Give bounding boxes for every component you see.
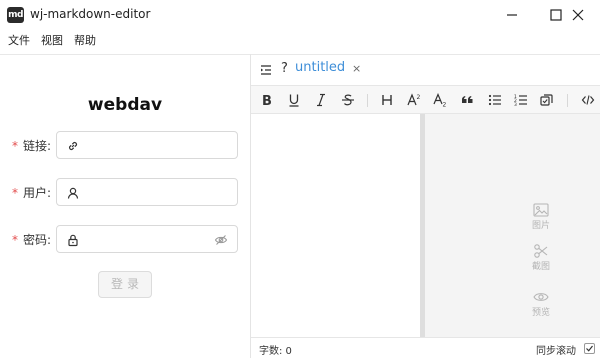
heading-icon xyxy=(382,95,392,105)
password-label-text: 密码 xyxy=(23,233,48,247)
required-mark: * xyxy=(12,139,18,153)
code-icon xyxy=(581,95,595,105)
quote-button[interactable] xyxy=(461,92,474,108)
subscript-button[interactable]: 2 xyxy=(433,92,448,108)
ordered-list-icon: 123 xyxy=(514,94,527,107)
svg-text:2: 2 xyxy=(443,102,447,108)
user-icon xyxy=(67,187,79,199)
markdown-editor-area[interactable] xyxy=(251,114,420,337)
menu-item-file[interactable]: 文件 xyxy=(8,32,30,48)
title-bar[interactable]: md wj-markdown-editor xyxy=(0,0,600,30)
underline-button[interactable] xyxy=(288,92,300,108)
window-title: wj-markdown-editor xyxy=(30,7,151,21)
tab-bar: ? untitled × xyxy=(251,54,600,85)
menu-bar: 文件 视图 帮助 xyxy=(0,30,99,50)
user-label: * 用户: xyxy=(12,184,51,201)
user-label-text: 用户 xyxy=(23,186,48,200)
app-window: md wj-markdown-editor 文件 视图 帮助 webdav * 链… xyxy=(0,0,600,358)
editor-panel: ? untitled × B 2 2 1 2 3 图片 截图 预览 字数: 0 … xyxy=(251,54,600,358)
app-logo-icon: md xyxy=(7,7,24,23)
svg-text:B: B xyxy=(262,94,272,107)
underline-icon xyxy=(289,94,299,107)
password-input[interactable] xyxy=(56,225,238,253)
strikethrough-button[interactable] xyxy=(341,92,355,108)
preview-area xyxy=(425,114,600,337)
menu-item-view[interactable]: 视图 xyxy=(41,32,63,48)
password-label: * 密码: xyxy=(12,231,51,248)
bold-icon: B xyxy=(262,94,272,107)
close-icon xyxy=(572,9,584,21)
label-colon: : xyxy=(47,186,52,200)
toolbar-separator xyxy=(567,94,568,107)
strikethrough-icon xyxy=(342,94,354,106)
minimize-button[interactable] xyxy=(490,0,534,30)
code-button[interactable] xyxy=(581,92,595,108)
webdav-login-panel: webdav * 链接: * 用户: * 密码: 登录 xyxy=(0,54,250,358)
unordered-list-icon xyxy=(488,94,501,106)
subscript-icon: 2 xyxy=(433,93,447,108)
link-label-text: 链接 xyxy=(23,139,48,153)
tab-close-icon[interactable]: × xyxy=(352,62,361,75)
italic-button[interactable] xyxy=(315,92,327,108)
heading-button[interactable] xyxy=(381,92,393,108)
password-form-row: * 密码: xyxy=(0,225,250,253)
toolbar-separator xyxy=(367,94,368,107)
login-submit-button[interactable]: 登录 xyxy=(98,271,152,298)
lock-icon xyxy=(68,234,78,247)
label-colon: : xyxy=(47,233,52,247)
menu-item-help[interactable]: 帮助 xyxy=(74,32,96,48)
eye-slash-icon[interactable] xyxy=(214,233,228,247)
label-colon: : xyxy=(47,139,52,153)
ordered-list-button[interactable]: 123 xyxy=(514,92,528,108)
quote-icon xyxy=(462,96,473,103)
sync-scroll-checkbox[interactable] xyxy=(584,343,595,354)
status-bar: 字数: 0 同步滚动 xyxy=(251,337,600,358)
editor-toolbar: B 2 2 1 2 3 xyxy=(251,85,600,114)
svg-text:2: 2 xyxy=(417,94,421,101)
required-mark: * xyxy=(12,186,18,200)
insert-image-button[interactable]: 图片 xyxy=(525,199,557,235)
outline-toggle-icon[interactable] xyxy=(259,63,273,77)
unordered-list-button[interactable] xyxy=(488,92,502,108)
image-icon xyxy=(533,203,549,217)
italic-icon xyxy=(317,93,325,107)
link-form-row: * 链接: xyxy=(0,131,250,159)
link-input[interactable] xyxy=(56,131,238,159)
superscript-icon: 2 xyxy=(407,93,421,106)
user-input[interactable] xyxy=(56,178,238,206)
unsaved-indicator: ? xyxy=(281,61,288,76)
minimize-icon xyxy=(507,14,517,16)
required-mark: * xyxy=(12,233,18,247)
task-list-icon xyxy=(540,94,553,106)
image-label: 图片 xyxy=(531,221,550,231)
screenshot-label: 截图 xyxy=(531,262,550,272)
svg-text:3: 3 xyxy=(514,102,517,107)
task-list-button[interactable] xyxy=(540,92,554,108)
superscript-button[interactable]: 2 xyxy=(407,92,422,108)
preview-toggle-button[interactable]: 预览 xyxy=(525,286,557,322)
user-form-row: * 用户: xyxy=(0,178,250,206)
eye-icon xyxy=(533,293,549,301)
screenshot-button[interactable]: 截图 xyxy=(525,240,557,276)
checkmark-icon xyxy=(586,345,593,352)
tab-untitled[interactable]: untitled xyxy=(295,60,345,75)
scissors-icon xyxy=(534,244,548,258)
preview-label: 预览 xyxy=(531,308,550,318)
login-title: webdav xyxy=(87,95,163,115)
link-label: * 链接: xyxy=(12,137,51,154)
link-icon xyxy=(68,141,78,151)
close-button[interactable] xyxy=(556,0,600,30)
bold-button[interactable]: B xyxy=(261,92,273,108)
sync-scroll-label: 同步滚动 xyxy=(536,346,576,357)
word-count: 字数: 0 xyxy=(259,346,292,357)
